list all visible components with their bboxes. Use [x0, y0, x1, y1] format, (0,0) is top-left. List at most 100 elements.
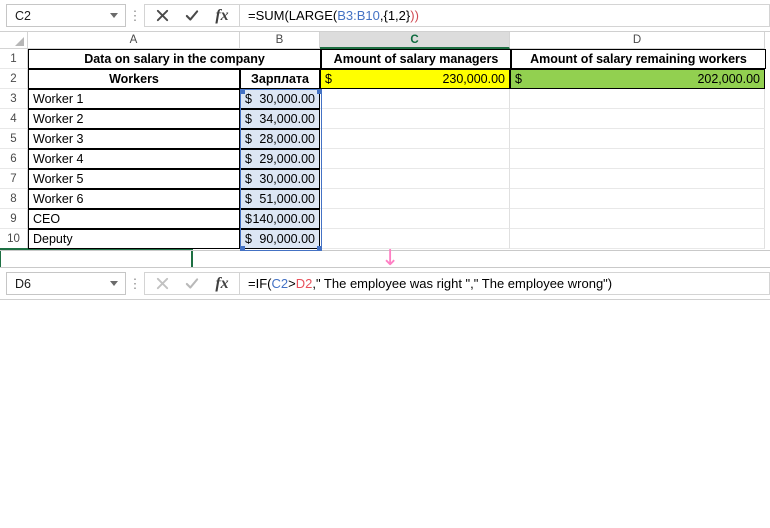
top-worksheet-grid[interactable]: ABCD 1 Data on salary in the company Amount…: [0, 32, 770, 271]
confirm-check-icon[interactable]: [177, 5, 207, 26]
bottom-name-box[interactable]: D6: [6, 272, 126, 295]
row-header-5[interactable]: 5: [0, 129, 28, 149]
cell-D10[interactable]: [510, 229, 765, 249]
row-header-9[interactable]: 9: [0, 209, 28, 229]
formula-text-2: ,{1,2}: [380, 8, 410, 23]
bottom-formula-input[interactable]: =IF(C2>D2," The employee was right "," T…: [239, 272, 770, 295]
row-header-7[interactable]: 7: [0, 169, 28, 189]
cancel-x-icon[interactable]: [147, 273, 177, 294]
formula-text-3: )): [410, 8, 419, 23]
selection-handle[interactable]: [317, 246, 322, 251]
cell-C10[interactable]: [320, 229, 510, 249]
fx-insert-function-icon[interactable]: fx: [207, 5, 237, 26]
cancel-x-icon[interactable]: [147, 5, 177, 26]
cell-A4[interactable]: Worker 2: [28, 109, 240, 129]
row-header-4[interactable]: 4: [0, 109, 28, 129]
cell-text: Worker 6: [33, 192, 83, 206]
formula-ref-d2: D2: [296, 276, 313, 291]
row-header-6[interactable]: 6: [0, 149, 28, 169]
row-header-2[interactable]: 2: [0, 69, 28, 89]
cell-C7[interactable]: [320, 169, 510, 189]
cell-D8[interactable]: [510, 189, 765, 209]
cell-text: Amount of salary remaining workers: [530, 52, 747, 66]
cell-B7[interactable]: $30,000.00: [240, 169, 320, 189]
cell-text: Amount of salary managers: [334, 52, 499, 66]
cell-A7[interactable]: Worker 5: [28, 169, 240, 189]
currency-symbol: $: [325, 72, 332, 86]
cell-B5[interactable]: $28,000.00: [240, 129, 320, 149]
currency-symbol: $: [245, 112, 252, 126]
cell-C1[interactable]: Amount of salary managers: [321, 49, 511, 69]
cell-text: Worker 1: [33, 92, 83, 106]
table-row: 2Workers Зарплата $230,000.00$202,000.00: [0, 69, 770, 89]
cell-C4[interactable]: [320, 109, 510, 129]
cell-B8[interactable]: $51,000.00: [240, 189, 320, 209]
chevron-down-icon[interactable]: [110, 13, 118, 18]
column-header-b[interactable]: B: [240, 32, 320, 49]
selection-handle[interactable]: [317, 89, 322, 94]
cell-D2[interactable]: $202,000.00: [510, 69, 765, 89]
fx-insert-function-icon[interactable]: fx: [207, 273, 237, 294]
cell-C3[interactable]: [320, 89, 510, 109]
top-formula-input[interactable]: =SUM(LARGE(B3:B10,{1,2})): [239, 4, 770, 27]
cell-B3[interactable]: $30,000.00: [240, 89, 320, 109]
select-all-corner[interactable]: [0, 32, 28, 49]
cell-D1[interactable]: Amount of salary remaining workers: [511, 49, 766, 69]
cell-text: Worker 4: [33, 152, 83, 166]
cell-value: 51,000.00: [259, 192, 315, 206]
table-row: 5 Worker 3 $28,000.00: [0, 129, 770, 149]
row-header-8[interactable]: 8: [0, 189, 28, 209]
cell-B6[interactable]: $29,000.00: [240, 149, 320, 169]
cell-C9[interactable]: [320, 209, 510, 229]
cell-A3[interactable]: Worker 1: [28, 89, 240, 109]
currency-symbol: $: [245, 212, 252, 226]
formula-bar-grip: ⋮: [126, 11, 144, 21]
cell-D9[interactable]: [510, 209, 765, 229]
column-header-a[interactable]: A: [28, 32, 240, 49]
cell-A8[interactable]: Worker 6: [28, 189, 240, 209]
table-row: 3 Worker 1 $30,000.00: [0, 89, 770, 109]
table-row: 8 Worker 6 $51,000.00: [0, 189, 770, 209]
cell-A10[interactable]: Deputy: [28, 229, 240, 249]
cell-D7[interactable]: [510, 169, 765, 189]
cell-D6[interactable]: [510, 149, 765, 169]
cell-D3[interactable]: [510, 89, 765, 109]
cell-C5[interactable]: [320, 129, 510, 149]
cell-A2[interactable]: Workers: [28, 69, 240, 89]
row-header-3[interactable]: 3: [0, 89, 28, 109]
selection-handle[interactable]: [240, 89, 245, 94]
row-header-1[interactable]: 1: [0, 49, 28, 69]
cell-text: Data on salary in the company: [84, 52, 265, 66]
confirm-check-icon[interactable]: [177, 273, 207, 294]
currency-symbol: $: [245, 152, 252, 166]
cell-C2[interactable]: $230,000.00: [320, 69, 510, 89]
cell-B9[interactable]: $140,000.00: [240, 209, 320, 229]
formula-op: >: [288, 276, 296, 291]
chevron-down-icon[interactable]: [110, 281, 118, 286]
cell-C8[interactable]: [320, 189, 510, 209]
top-name-box[interactable]: C2: [6, 4, 126, 27]
cell-value: 30,000.00: [259, 172, 315, 186]
cell-B10[interactable]: $90,000.00: [240, 229, 320, 249]
cell-D5[interactable]: [510, 129, 765, 149]
currency-symbol: $: [245, 92, 252, 106]
bottom-formula-buttons: fx: [144, 272, 239, 295]
cell-D4[interactable]: [510, 109, 765, 129]
row-header-10[interactable]: 10: [0, 229, 28, 249]
cell-text: Зарплата: [251, 72, 309, 86]
column-header-d[interactable]: D: [510, 32, 765, 49]
cell-A6[interactable]: Worker 4: [28, 149, 240, 169]
cell-B2[interactable]: Зарплата: [240, 69, 320, 89]
cell-text: Worker 3: [33, 132, 83, 146]
column-header-c[interactable]: C: [320, 32, 510, 49]
cell-value: 140,000.00: [252, 212, 315, 226]
formula-text-1: =SUM(LARGE(: [248, 8, 337, 23]
cell-A5[interactable]: Worker 3: [28, 129, 240, 149]
cell-A1[interactable]: Data on salary in the company: [28, 49, 321, 69]
cell-B4[interactable]: $34,000.00: [240, 109, 320, 129]
top-name-box-value: C2: [15, 9, 110, 23]
cell-A9[interactable]: CEO: [28, 209, 240, 229]
cell-C6[interactable]: [320, 149, 510, 169]
selection-handle[interactable]: [240, 246, 245, 251]
top-formula-bar: C2 ⋮ fx =SUM(LARGE(B3:B10,{1,2})): [0, 0, 770, 32]
